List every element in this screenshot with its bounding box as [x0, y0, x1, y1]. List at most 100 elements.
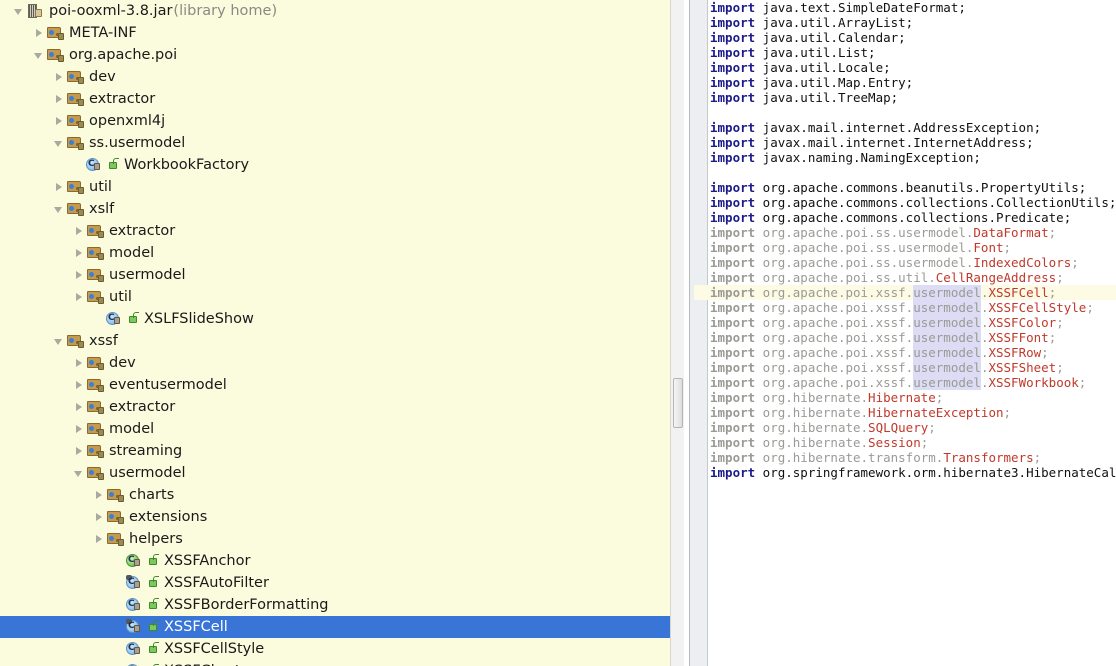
code-line[interactable]: import org.apache.commons.collections.Co…	[694, 195, 1116, 210]
class-icon: C	[106, 311, 123, 327]
code-line[interactable]: import org.springframework.orm.hibernate…	[694, 465, 1116, 480]
tree-row[interactable]: C XSLFSlideShow	[0, 308, 670, 330]
class-icon: C	[126, 641, 143, 657]
tree-row[interactable]: extractor	[0, 396, 670, 418]
tree-row[interactable]: util	[0, 176, 670, 198]
code-line[interactable]: import org.apache.poi.ss.util.CellRangeA…	[694, 270, 1116, 285]
chevron-right-icon[interactable]	[70, 374, 86, 396]
code-line[interactable]: import org.apache.poi.xssf.usermodel.XSS…	[694, 330, 1116, 345]
lock-badge-icon	[98, 385, 104, 392]
chevron-right-icon[interactable]	[50, 66, 66, 88]
code-line[interactable]: import org.hibernate.Hibernate;	[694, 390, 1116, 405]
code-line[interactable]: import java.util.Map.Entry;	[694, 75, 1116, 90]
code-line[interactable]: import org.apache.commons.beanutils.Prop…	[694, 180, 1116, 195]
code-line[interactable]: import org.apache.poi.xssf.usermodel.XSS…	[694, 360, 1116, 375]
code-line[interactable]: import java.util.Calendar;	[694, 30, 1116, 45]
tree-row[interactable]: C XSSFBorderFormatting	[0, 594, 670, 616]
tree-row[interactable]: streaming	[0, 440, 670, 462]
project-tree-panel[interactable]: poi-ooxml-3.8.jar (library home) META-INF…	[0, 0, 670, 666]
tree-row[interactable]: usermodel	[0, 462, 670, 484]
chevron-right-icon[interactable]	[70, 242, 86, 264]
tree-row[interactable]: org.apache.poi	[0, 44, 670, 66]
code-text: ;	[1033, 450, 1042, 465]
code-line[interactable]: import javax.mail.internet.InternetAddre…	[694, 135, 1116, 150]
tree-row[interactable]: model	[0, 242, 670, 264]
code-line[interactable]: import java.text.SimpleDateFormat;	[694, 0, 1116, 15]
code-line[interactable]: import javax.naming.NamingException;	[694, 150, 1116, 165]
chevron-right-icon[interactable]	[70, 352, 86, 374]
tree-row[interactable]: util	[0, 286, 670, 308]
tree-row[interactable]: ss.usermodel	[0, 132, 670, 154]
tree-row[interactable]: charts	[0, 484, 670, 506]
code-line[interactable]: import org.apache.poi.xssf.usermodel.XSS…	[694, 375, 1116, 390]
chevron-right-icon[interactable]	[90, 528, 106, 550]
editor-code-area[interactable]: import java.text.SimpleDateFormat; import…	[684, 0, 1116, 666]
tree-row-selected[interactable]: C XSSFCell	[0, 616, 670, 638]
chevron-right-icon[interactable]	[70, 440, 86, 462]
tree-row[interactable]: dev	[0, 352, 670, 374]
code-editor-panel[interactable]: import java.text.SimpleDateFormat; import…	[684, 0, 1116, 666]
chevron-right-icon[interactable]	[90, 484, 106, 506]
tree-row[interactable]: extensions	[0, 506, 670, 528]
tree-row[interactable]: openxml4j	[0, 110, 670, 132]
tree-row[interactable]: eventusermodel	[0, 374, 670, 396]
chevron-right-icon[interactable]	[50, 88, 66, 110]
tree-row[interactable]: xssf	[0, 330, 670, 352]
code-line[interactable]	[694, 105, 1116, 120]
chevron-right-icon[interactable]	[70, 286, 86, 308]
code-line[interactable]: import java.util.List;	[694, 45, 1116, 60]
code-line[interactable]: import org.apache.poi.xssf.usermodel.XSS…	[694, 345, 1116, 360]
chevron-right-icon[interactable]	[70, 396, 86, 418]
chevron-right-icon[interactable]	[70, 418, 86, 440]
chevron-down-icon[interactable]	[50, 132, 66, 154]
code-line-highlighted[interactable]: import org.apache.poi.xssf.usermodel.XSS…	[694, 285, 1116, 300]
chevron-right-icon[interactable]	[70, 264, 86, 286]
tree-row[interactable]: C WorkbookFactory	[0, 154, 670, 176]
chevron-down-icon[interactable]	[10, 0, 26, 22]
tree-scrollbar-thumb[interactable]	[673, 378, 683, 428]
tree-row[interactable]: extractor	[0, 220, 670, 242]
code-line[interactable]: import org.apache.poi.ss.usermodel.DataF…	[694, 225, 1116, 240]
code-text: ;	[1003, 240, 1012, 255]
package-icon	[106, 531, 124, 547]
code-line[interactable]	[694, 165, 1116, 180]
tree-row[interactable]: dev	[0, 66, 670, 88]
code-line[interactable]: import org.apache.poi.ss.usermodel.Font;	[694, 240, 1116, 255]
tree-row[interactable]: CXSSFChart	[0, 660, 670, 666]
tree-row[interactable]: C XSSFAnchor	[0, 550, 670, 572]
code-line[interactable]: import org.hibernate.SQLQuery;	[694, 420, 1116, 435]
chevron-down-icon[interactable]	[50, 198, 66, 220]
tree-row[interactable]: extractor	[0, 88, 670, 110]
tree-row[interactable]: C XSSFAutoFilter	[0, 572, 670, 594]
code-line[interactable]: import org.apache.poi.ss.usermodel.Index…	[694, 255, 1116, 270]
tree-row[interactable]: xslf	[0, 198, 670, 220]
code-line[interactable]: import org.hibernate.Session;	[694, 435, 1116, 450]
chevron-down-icon[interactable]	[70, 462, 86, 484]
tree-row[interactable]: poi-ooxml-3.8.jar (library home)	[0, 0, 670, 22]
chevron-right-icon[interactable]	[30, 22, 46, 44]
code-line[interactable]: import java.util.ArrayList;	[694, 15, 1116, 30]
chevron-right-icon[interactable]	[50, 110, 66, 132]
chevron-down-icon[interactable]	[30, 44, 46, 66]
code-line[interactable]: import org.hibernate.transform.Transform…	[694, 450, 1116, 465]
code-line[interactable]: import org.apache.poi.xssf.usermodel.XSS…	[694, 300, 1116, 315]
tree-vertical-scrollbar[interactable]	[670, 0, 684, 666]
code-line[interactable]: import org.hibernate.HibernateException;	[694, 405, 1116, 420]
code-line[interactable]: import java.util.TreeMap;	[694, 90, 1116, 105]
code-line[interactable]: import java.util.Locale;	[694, 60, 1116, 75]
code-line[interactable]: import org.apache.commons.collections.Pr…	[694, 210, 1116, 225]
code-line-text: import org.hibernate.transform.Transform…	[710, 450, 1041, 465]
lock-badge-icon	[98, 253, 104, 260]
tree-row[interactable]: usermodel	[0, 264, 670, 286]
tree-row[interactable]: model	[0, 418, 670, 440]
code-line[interactable]: import org.apache.poi.xssf.usermodel.XSS…	[694, 315, 1116, 330]
chevron-right-icon[interactable]	[90, 506, 106, 528]
chevron-right-icon[interactable]	[50, 176, 66, 198]
code-line[interactable]: import javax.mail.internet.AddressExcept…	[694, 120, 1116, 135]
chevron-down-icon[interactable]	[50, 330, 66, 352]
chevron-right-icon[interactable]	[70, 220, 86, 242]
package-icon	[46, 25, 64, 41]
tree-row[interactable]: C XSSFCellStyle	[0, 638, 670, 660]
tree-row[interactable]: META-INF	[0, 22, 670, 44]
tree-row[interactable]: helpers	[0, 528, 670, 550]
